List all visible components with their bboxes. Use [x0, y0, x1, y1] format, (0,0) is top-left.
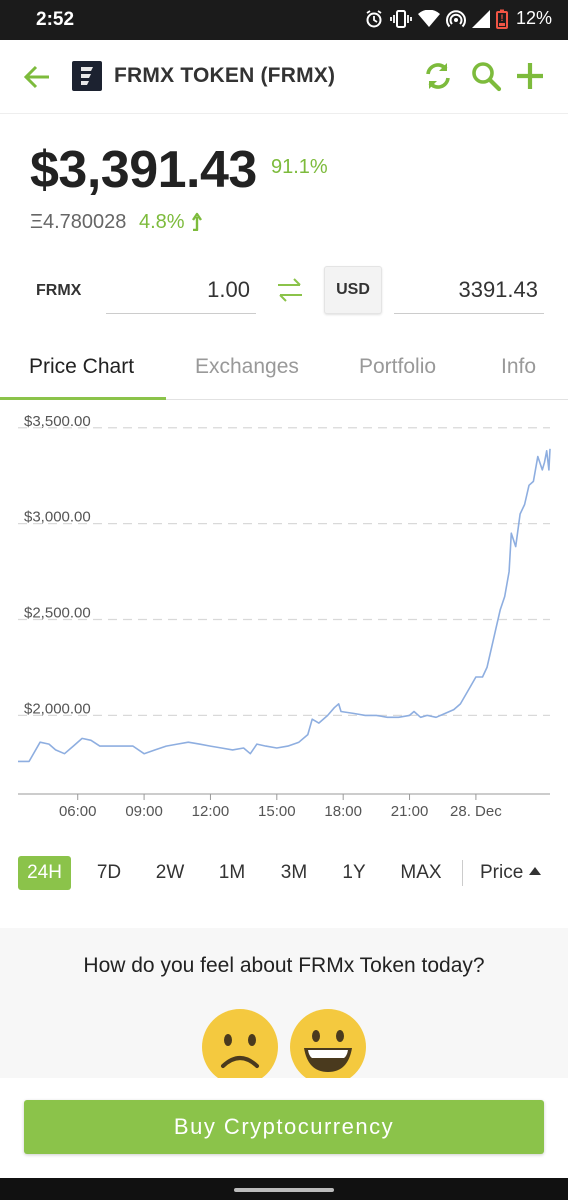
signal-icon — [471, 9, 490, 28]
add-icon[interactable] — [514, 60, 546, 92]
y-tick-label: $2,000.00 — [24, 700, 91, 717]
x-tick-label: 18:00 — [324, 803, 362, 820]
status-icons: ! 12% — [364, 8, 552, 29]
range-max[interactable]: MAX — [394, 856, 448, 890]
range-24h[interactable]: 24H — [18, 856, 71, 890]
range-2w[interactable]: 2W — [148, 856, 192, 890]
status-time: 2:52 — [36, 9, 75, 30]
home-gesture-handle[interactable] — [234, 1188, 334, 1192]
tab-portfolio[interactable]: Portfolio — [359, 355, 436, 379]
token-logo — [72, 61, 102, 91]
converter-to-input[interactable] — [394, 266, 544, 314]
app-bar: FRMX TOKEN (FRMX) — [0, 40, 568, 114]
x-tick-label: 12:00 — [192, 803, 230, 820]
buy-cryptocurrency-button[interactable]: Buy Cryptocurrency — [24, 1100, 544, 1154]
frmx-logo-icon — [81, 67, 93, 85]
x-tick-label: 15:00 — [258, 803, 296, 820]
price-chart[interactable]: $3,500.00 $3,000.00 $2,500.00 $2,000.00 06:0… — [0, 410, 568, 830]
x-tick-label: 06:00 — [59, 803, 97, 820]
range-7d[interactable]: 7D — [88, 856, 130, 890]
back-arrow-icon[interactable] — [22, 62, 52, 92]
battery-percent: 12% — [515, 8, 552, 28]
refresh-icon[interactable] — [422, 60, 454, 92]
tab-info[interactable]: Info — [501, 355, 536, 379]
price-eth-change: 4.8% — [139, 211, 185, 233]
sentiment-card: How do you feel about FRMx Token today? — [0, 928, 568, 1078]
x-tick-label: 21:00 — [391, 803, 429, 820]
price-usd-change: 91.1% — [271, 156, 328, 178]
page-title: FRMX TOKEN (FRMX) — [114, 64, 336, 87]
range-1y[interactable]: 1Y — [334, 856, 374, 890]
converter-from-input[interactable] — [106, 266, 256, 314]
price-usd: $3,391.43 — [30, 141, 257, 199]
search-icon[interactable] — [470, 60, 502, 92]
converter-currency-button[interactable]: USD — [324, 266, 382, 314]
tab-bar: Price Chart Exchanges Portfolio Info — [0, 338, 568, 400]
status-bar: 2:52 ! 12% — [0, 0, 568, 40]
system-nav-bar — [0, 1178, 568, 1200]
range-3m[interactable]: 3M — [272, 856, 316, 890]
sort-asc-icon — [529, 867, 542, 875]
price-series-line — [18, 448, 551, 763]
alarm-icon — [366, 9, 382, 27]
price-sort-label: Price — [480, 862, 524, 883]
sad-face-icon[interactable] — [201, 1008, 279, 1078]
range-1m[interactable]: 1M — [210, 856, 254, 890]
active-tab-indicator — [0, 397, 166, 400]
happy-face-icon[interactable] — [289, 1008, 367, 1078]
trend-up-icon — [192, 212, 202, 231]
x-tick-label: 09:00 — [125, 803, 163, 820]
battery-icon: ! — [495, 9, 508, 29]
price-eth: Ξ4.780028 — [30, 211, 127, 233]
wifi-icon — [417, 9, 440, 27]
tab-price-chart[interactable]: Price Chart — [29, 355, 134, 379]
tab-exchanges[interactable]: Exchanges — [195, 355, 299, 379]
svg-text:!: ! — [500, 13, 503, 23]
converter-from-label: FRMX — [36, 282, 82, 299]
range-selector: 24H 7D 2W 1M 3M 1Y MAX Price — [0, 852, 568, 894]
x-tick-label: 28. Dec — [450, 803, 502, 820]
sentiment-question: How do you feel about FRMx Token today? — [83, 954, 485, 977]
swap-icon[interactable] — [276, 276, 304, 304]
y-tick-label: $3,500.00 — [24, 413, 91, 430]
y-tick-label: $2,500.00 — [24, 605, 91, 622]
y-tick-label: $3,000.00 — [24, 509, 91, 526]
hotspot-icon — [445, 9, 466, 27]
price-sort-toggle[interactable]: Price — [480, 856, 542, 890]
vibrate-icon — [390, 9, 412, 28]
range-divider — [462, 860, 463, 886]
